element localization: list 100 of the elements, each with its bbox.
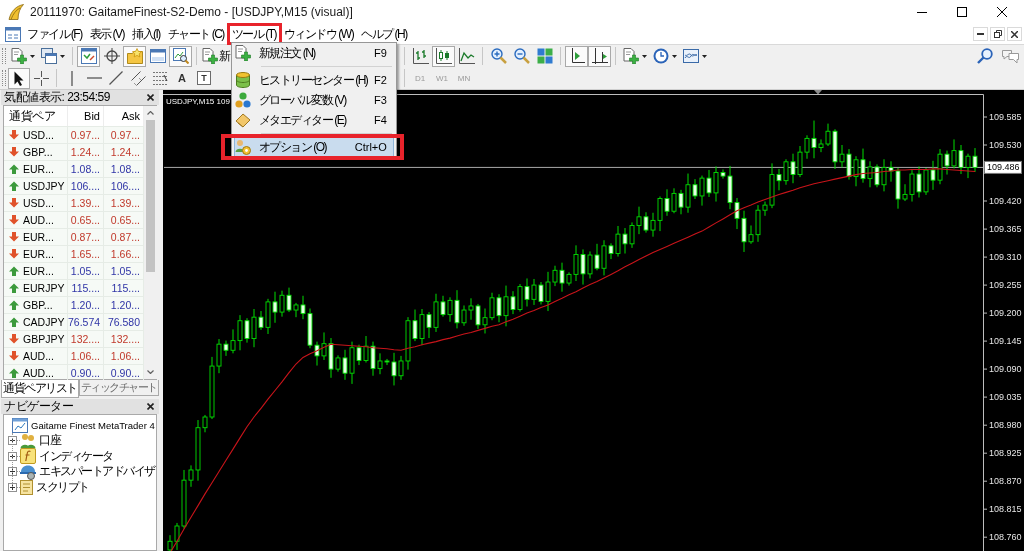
bid-cell: 1.65...: [68, 246, 104, 262]
bid-cell: 1.06...: [68, 348, 104, 364]
symbol-text[interactable]: AUD...: [23, 367, 54, 379]
expand-icon[interactable]: [8, 482, 17, 492]
symbol-text[interactable]: AUD...: [23, 350, 54, 362]
symbol-text[interactable]: USD...: [23, 129, 54, 141]
symbol-text[interactable]: EURJPY: [23, 282, 65, 294]
colored-dots-icon[interactable]: [234, 92, 251, 108]
symbol-text[interactable]: GBPJPY: [23, 333, 65, 345]
clock-icon[interactable]: [653, 48, 669, 64]
symbol-text[interactable]: EUR...: [23, 163, 54, 175]
close-icon[interactable]: [997, 7, 1007, 17]
toolbar-grip[interactable]: [2, 70, 6, 86]
menu-item[interactable]: ウィンドウ (W): [280, 24, 358, 44]
axis-tick-label: 108.815: [989, 504, 1022, 515]
symbol-text[interactable]: CADJPY: [23, 316, 65, 328]
minimize-icon[interactable]: [917, 11, 927, 13]
document-plus-icon[interactable]: [202, 48, 218, 64]
expand-icon[interactable]: [8, 451, 17, 461]
symbol-text[interactable]: USDJPY: [23, 180, 65, 192]
shortcut-label: F9: [374, 47, 387, 59]
label-tool-button[interactable]: T: [197, 71, 211, 85]
symbol-text[interactable]: EUR...: [23, 231, 54, 243]
column-header[interactable]: Bid: [68, 106, 104, 126]
tab[interactable]: 通貨ペアリスト: [1, 380, 79, 398]
document-plus-icon[interactable]: [11, 48, 27, 64]
caret-icon[interactable]: [30, 54, 35, 58]
axis-tick-label: 109.145: [989, 336, 1022, 347]
windows-stack-icon[interactable]: [41, 48, 57, 64]
menu-item[interactable]: メタエディター (E) F4: [233, 110, 394, 130]
close-icon[interactable]: [147, 94, 154, 101]
close-icon[interactable]: [1011, 30, 1018, 38]
scroll-down-icon[interactable]: [147, 370, 154, 374]
database-icon[interactable]: [234, 72, 251, 88]
bid-cell: 1.24...: [68, 144, 104, 160]
new-order-button[interactable]: 新: [201, 45, 232, 67]
vertical-line-icon[interactable]: [71, 70, 73, 86]
axis-tick-label: 109.530: [989, 140, 1022, 150]
close-icon[interactable]: [147, 403, 154, 410]
bid-cell: 132....: [68, 331, 104, 347]
toolbar-button[interactable]: [8, 67, 30, 89]
bid-cell: 1.08...: [68, 161, 104, 177]
menu-item[interactable]: 挿入(I): [128, 24, 164, 44]
menu-item[interactable]: ヘルプ (H): [357, 24, 411, 44]
menu-item[interactable]: ファイル (F): [23, 24, 86, 44]
axis-tick-label: 109.035: [989, 392, 1022, 403]
bid-cell: 0.97...: [68, 127, 104, 143]
axis-tick-label: 109.090: [989, 364, 1022, 375]
scrollbar-thumb[interactable]: [146, 120, 155, 272]
caret-icon[interactable]: [60, 54, 65, 58]
symbol-text[interactable]: GBP...: [23, 299, 53, 311]
symbol-text[interactable]: EUR...: [23, 248, 54, 260]
menu-item[interactable]: チャート (C): [163, 24, 228, 44]
hat-gear-icon: [20, 463, 36, 480]
axis-tick-label: 109.255: [989, 280, 1022, 291]
horizontal-line-icon[interactable]: [86, 77, 102, 79]
menu-item[interactable]: ツール (T): [227, 24, 280, 44]
shortcut-label: F2: [374, 74, 387, 86]
menu-item[interactable]: グローバル変数 (V) F3: [233, 90, 394, 110]
caret-icon[interactable]: [702, 54, 707, 58]
menu-item[interactable]: 新規注文 (N) F9: [233, 43, 394, 63]
tree-item[interactable]: スクリプト: [36, 478, 89, 496]
tab[interactable]: ティックチャート: [78, 380, 159, 396]
function-icon: [20, 448, 36, 465]
close-button[interactable]: [1007, 27, 1022, 41]
menu-item[interactable]: 表示 (V): [85, 24, 128, 44]
people-icon: [20, 432, 36, 449]
menu-item[interactable]: ヒストリーセンター (H) F2: [233, 70, 394, 90]
text-tool-button[interactable]: A: [171, 67, 193, 89]
window-title: 20111970: GaitameFinest-S2-Demo - [USDJPY,M15 (visual)]: [30, 5, 354, 19]
caret-icon[interactable]: [672, 54, 677, 58]
minimize-button[interactable]: [973, 27, 988, 41]
cursor-icon[interactable]: [14, 70, 24, 86]
axis-tick-label: 108.925: [989, 448, 1022, 459]
triangle-marker-icon[interactable]: [814, 90, 822, 95]
symbol-text[interactable]: USD...: [23, 197, 54, 209]
document-plus-icon[interactable]: [234, 45, 251, 61]
maximize-icon[interactable]: [957, 7, 967, 17]
caret-icon[interactable]: [642, 54, 647, 58]
template-chart-icon[interactable]: [683, 49, 699, 63]
document-plus-icon[interactable]: [623, 48, 639, 64]
tree-item[interactable]: インディケータ: [39, 447, 113, 465]
menu-item[interactable]: オプション (O) Ctrl+O: [233, 137, 394, 157]
tree-item[interactable]: エキスパートアドバイザ: [39, 463, 155, 481]
scrollbar-track[interactable]: [144, 106, 157, 379]
column-header[interactable]: 通貨ペア: [4, 106, 68, 126]
axis-tick-label: 109.200: [989, 308, 1022, 319]
tree-item[interactable]: 口座: [39, 432, 60, 450]
scroll-up-icon[interactable]: [147, 111, 154, 115]
note-icon: [20, 479, 33, 495]
symbol-text[interactable]: EUR...: [23, 265, 54, 277]
symbol-text[interactable]: GBP...: [23, 146, 53, 158]
toolbar-grip[interactable]: [2, 48, 6, 64]
tree-item[interactable]: Gaitame Finest MetaTrader 4: [31, 419, 155, 431]
expand-icon[interactable]: [8, 436, 17, 446]
diamond-icon[interactable]: [234, 112, 251, 128]
axis-tick-label: 109.420: [989, 196, 1022, 206]
symbol-text[interactable]: AUD...: [23, 214, 54, 226]
expand-icon[interactable]: [8, 467, 17, 477]
window-icon[interactable]: [5, 26, 21, 42]
